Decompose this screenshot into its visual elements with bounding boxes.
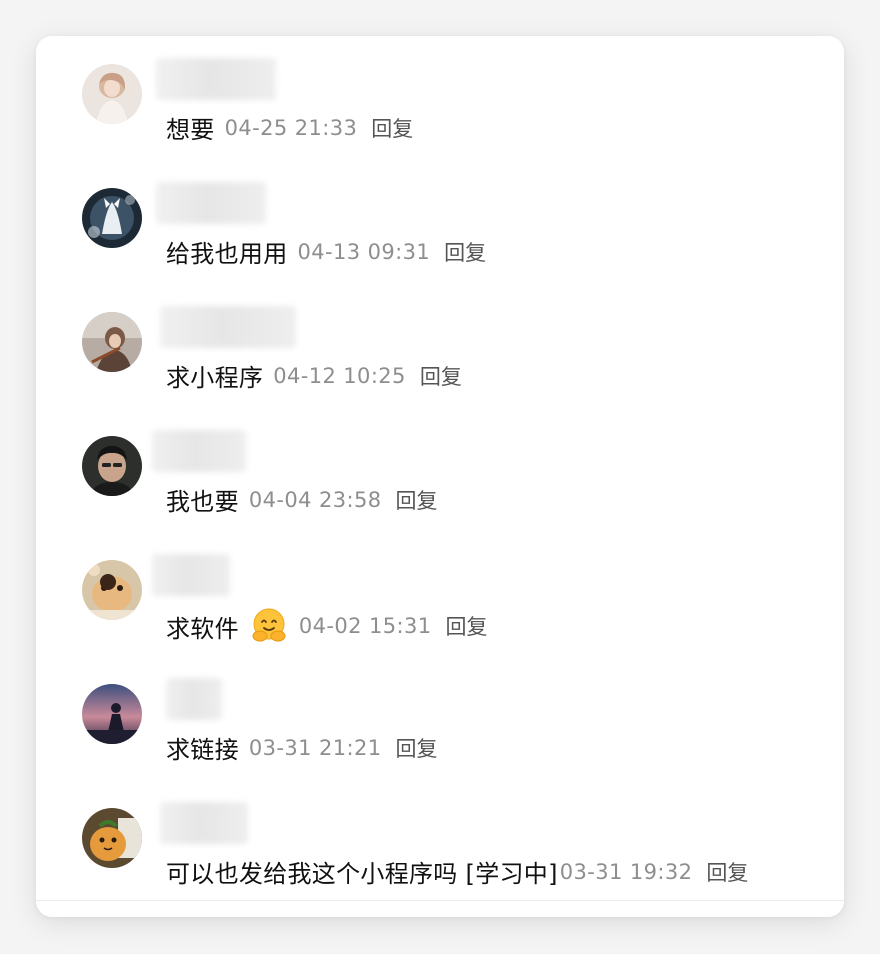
comment-time: 04-13 09:31 — [297, 239, 431, 264]
avatar-girl-photo-icon[interactable] — [82, 64, 142, 124]
comment-item: 给我也用用 04-13 09:31 回复 — [36, 160, 844, 270]
comment-item: 求小程序 04-12 10:25 回复 — [36, 284, 844, 394]
comment-line: 求软件 04-02 15:31 回复 — [166, 606, 488, 646]
avatar-man-face-icon[interactable] — [82, 436, 142, 496]
reply-button[interactable]: 回复 — [446, 611, 488, 641]
avatar-dog-photo-icon[interactable] — [82, 560, 142, 620]
comment-text: 给我也用用 — [166, 240, 288, 268]
username-blurred — [152, 430, 246, 472]
comment-text: 求链接 — [166, 736, 239, 764]
comment-item: 求软件 04-02 15:31 回复 — [36, 532, 844, 643]
reply-button[interactable]: 回复 — [706, 857, 748, 887]
comment-item: 求链接 03-31 21:21 回复 — [36, 656, 844, 766]
reply-button[interactable]: 回复 — [420, 361, 462, 391]
comment-item: 我也要 04-04 23:58 回复 — [36, 408, 844, 518]
comment-time: 04-02 15:31 — [298, 614, 432, 638]
username-blurred — [156, 58, 276, 100]
comment-text: 可以也发给我这个小程序吗 [学习中] — [166, 860, 558, 888]
comment-time: 03-31 21:21 — [248, 735, 382, 760]
username-blurred — [160, 802, 248, 844]
username-blurred — [160, 306, 296, 348]
comment-time: 04-25 21:33 — [224, 115, 358, 140]
comment-time: 04-04 23:58 — [248, 487, 382, 512]
comment-line: 求小程序 04-12 10:25 回复 — [166, 358, 462, 393]
username-blurred — [152, 554, 230, 596]
comment-item: 可以也发给我这个小程序吗 [学习中] 03-31 19:32 回复 — [36, 780, 844, 890]
comment-line: 可以也发给我这个小程序吗 [学习中] 03-31 19:32 回复 — [166, 854, 748, 889]
hug-emoji-icon — [249, 606, 289, 646]
username-blurred — [156, 182, 266, 224]
avatar-plush-toy-icon[interactable] — [82, 808, 142, 868]
avatar-anime-fox-icon[interactable] — [82, 188, 142, 248]
reply-button[interactable]: 回复 — [396, 485, 438, 515]
comment-text: 想要 — [166, 116, 215, 144]
comment-time: 04-12 10:25 — [273, 363, 406, 388]
comment-text: 求小程序 — [166, 364, 264, 392]
avatar-violin-photo-icon[interactable] — [82, 312, 142, 372]
comment-line: 给我也用用 04-13 09:31 回复 — [166, 234, 486, 269]
comment-item: 想要 04-25 21:33 回复 — [36, 36, 844, 146]
comment-line: 想要 04-25 21:33 回复 — [166, 110, 413, 145]
reply-button[interactable]: 回复 — [444, 237, 486, 267]
comment-line: 求链接 03-31 21:21 回复 — [166, 730, 438, 765]
comment-time: 03-31 19:32 — [559, 859, 693, 884]
reply-button[interactable]: 回复 — [371, 113, 413, 143]
comment-text: 我也要 — [166, 488, 239, 516]
bottom-divider — [36, 900, 844, 901]
avatar-sunset-silhouette-icon[interactable] — [82, 684, 142, 744]
comment-text: 求软件 — [166, 614, 239, 643]
comment-line: 我也要 04-04 23:58 回复 — [166, 482, 438, 517]
username-blurred — [166, 678, 222, 720]
comment-list-card: 想要 04-25 21:33 回复 给我也用用 04-13 09:31 回复 求… — [36, 36, 844, 917]
reply-button[interactable]: 回复 — [396, 733, 438, 763]
